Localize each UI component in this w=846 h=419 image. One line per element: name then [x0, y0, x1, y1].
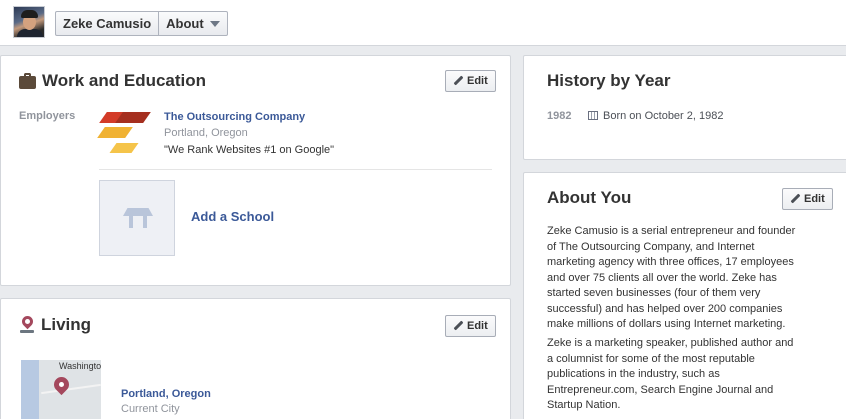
- employers-label: Employers: [19, 110, 76, 122]
- pencil-icon: [453, 76, 463, 86]
- living-heading: Living: [19, 313, 92, 335]
- living-title: Living: [41, 315, 92, 334]
- pencil-icon: [453, 321, 463, 331]
- employer-description: "We Rank Websites #1 on Google": [164, 144, 335, 156]
- about-line: publications in the industry, such as: [547, 368, 720, 380]
- breadcrumb-section-dropdown[interactable]: About: [158, 12, 227, 35]
- current-city-type: Current City: [121, 403, 180, 415]
- work-education-edit-button[interactable]: Edit: [445, 70, 496, 92]
- about-line: Startup Nation.: [547, 399, 621, 411]
- location-pin-icon: [19, 313, 36, 334]
- chevron-down-icon: [209, 21, 220, 27]
- edit-label: Edit: [804, 193, 825, 205]
- history-title: History by Year: [547, 71, 671, 90]
- about-line: Zeke Camusio is a serial entrepreneur an…: [547, 225, 796, 237]
- work-education-heading: Work and Education: [19, 71, 206, 91]
- breadcrumb-section-label: About: [166, 16, 204, 31]
- about-line: marketing agency with three offices, 17 …: [547, 256, 794, 268]
- about-line: Entrepreneur.com, Search Engine Journal …: [547, 383, 774, 396]
- employer-logo[interactable]: [97, 110, 151, 162]
- map-label: Washington: [59, 361, 101, 371]
- about-line: and over 75 clients all over the world. …: [547, 271, 777, 284]
- about-you-card: About You Edit Zeke Camusio is a serial …: [523, 172, 846, 419]
- about-line: make millions of dollars using Internet …: [547, 318, 786, 330]
- about-line: of The Outsourcing Company, and Internet: [547, 240, 755, 253]
- living-card: Living Edit Washington Portland, Oregon …: [0, 298, 511, 419]
- section-divider: [99, 169, 492, 170]
- edit-label: Edit: [467, 320, 488, 332]
- about-you-title: About You: [547, 188, 632, 207]
- living-edit-button[interactable]: Edit: [445, 315, 496, 337]
- briefcase-icon: [19, 72, 36, 89]
- employer-location: Portland, Oregon: [164, 127, 248, 139]
- about-paragraph-2: Zeke is a marketing speaker, published a…: [547, 336, 793, 414]
- about-you-edit-button[interactable]: Edit: [782, 188, 833, 210]
- employer-name-link[interactable]: The Outsourcing Company: [164, 111, 305, 123]
- about-line: Zeke is a marketing speaker, published a…: [547, 337, 794, 349]
- top-bar: Zeke Camusio About: [0, 0, 846, 46]
- about-line: a columnist for some of the most reputab…: [547, 352, 755, 365]
- work-education-card: Work and Education Edit Employers The Ou…: [0, 55, 511, 286]
- history-event[interactable]: Born on October 2, 1982: [588, 110, 723, 122]
- avatar[interactable]: [13, 6, 45, 38]
- edit-label: Edit: [467, 75, 488, 87]
- school-icon: [123, 208, 153, 230]
- city-map[interactable]: Washington: [21, 360, 101, 419]
- add-school-link[interactable]: Add a School: [191, 209, 274, 224]
- work-education-title: Work and Education: [42, 71, 207, 90]
- about-line: started seven businesses (four of them v…: [547, 287, 761, 299]
- breadcrumb: Zeke Camusio About: [55, 11, 228, 36]
- breadcrumb-profile-name[interactable]: Zeke Camusio: [56, 12, 158, 35]
- history-event-text: Born on October 2, 1982: [603, 110, 724, 122]
- history-card: History by Year 1982 Born on October 2, …: [523, 55, 846, 160]
- about-line: successful) and has helped over 200 comp…: [547, 302, 783, 315]
- current-city-link[interactable]: Portland, Oregon: [121, 388, 211, 400]
- history-year: 1982: [547, 110, 572, 122]
- school-placeholder[interactable]: [99, 180, 175, 256]
- about-paragraph-1: Zeke Camusio is a serial entrepreneur an…: [547, 224, 795, 333]
- calendar-icon: [588, 111, 598, 120]
- pencil-icon: [790, 194, 800, 204]
